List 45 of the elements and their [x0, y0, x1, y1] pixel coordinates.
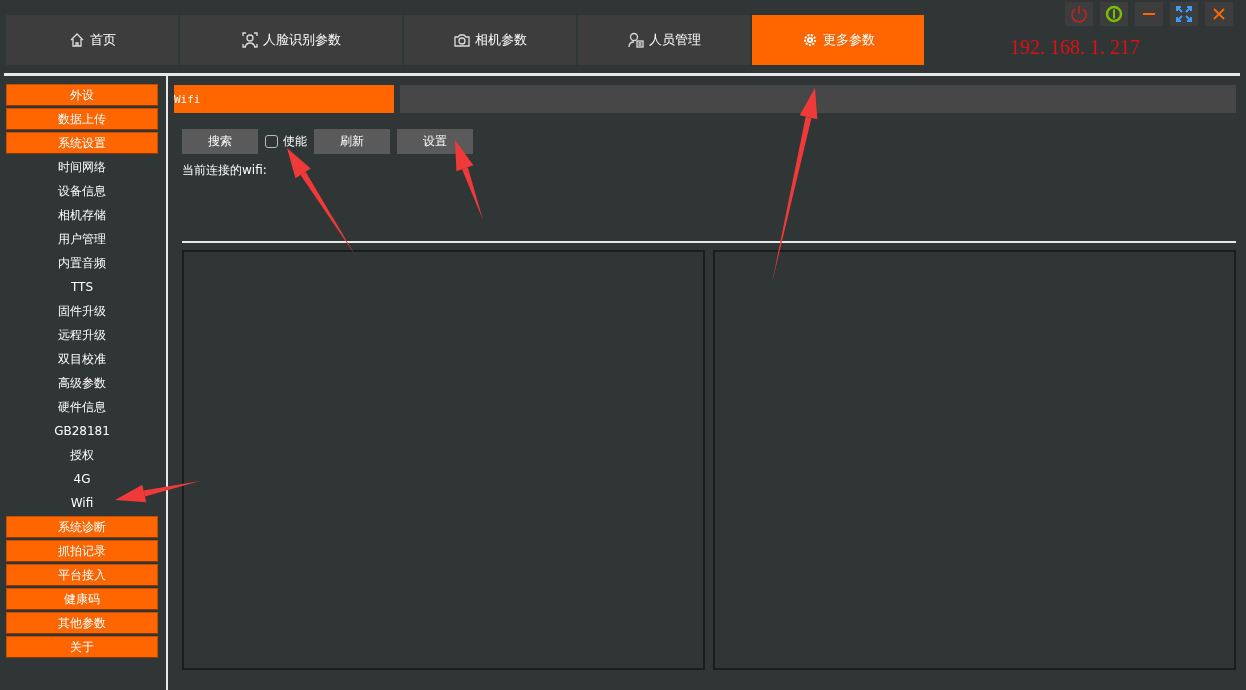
tab[interactable]: 相机参数	[404, 15, 576, 65]
set-button[interactable]: 设置	[397, 129, 473, 154]
sidebar-item[interactable]: 内置音频	[6, 252, 158, 274]
ip-address: 192. 168. 1. 217	[1010, 36, 1140, 59]
sidebar-item[interactable]: TTS	[6, 276, 158, 298]
sidebar-item[interactable]: 远程升级	[6, 324, 158, 346]
sidebar-item[interactable]: GB28181	[6, 420, 158, 442]
power-icon	[1070, 5, 1088, 23]
minimize-button[interactable]	[1135, 2, 1163, 26]
camera-icon	[453, 32, 470, 48]
power-button[interactable]	[1065, 2, 1093, 26]
power-on-button[interactable]	[1100, 2, 1128, 26]
enable-checkbox[interactable]: 使能	[265, 133, 307, 150]
sidebar-item[interactable]: 4G	[6, 468, 158, 490]
tab[interactable]: 人员管理	[578, 15, 750, 65]
refresh-button[interactable]: 刷新	[314, 129, 390, 154]
tab-label: 人脸识别参数	[262, 31, 341, 49]
sidebar-item[interactable]: 硬件信息	[6, 396, 158, 418]
search-button[interactable]: 搜索	[182, 129, 258, 154]
sidebar-item[interactable]: 授权	[6, 444, 158, 466]
tab-label: 首页	[89, 31, 116, 49]
section-title: Wifi	[174, 85, 394, 113]
settings-icon	[801, 32, 818, 48]
tab-label: 人员管理	[648, 31, 701, 49]
power-icon	[1105, 5, 1123, 23]
sidebar-item[interactable]: 时间网络	[6, 156, 158, 178]
sidebar-item[interactable]: 固件升级	[6, 300, 158, 322]
person-list-icon	[627, 32, 644, 48]
tab[interactable]: 首页	[6, 15, 178, 65]
sidebar-item[interactable]: 双目校准	[6, 348, 158, 370]
face-scan-icon	[241, 32, 258, 48]
tab-label: 更多参数	[822, 31, 875, 49]
sidebar-item[interactable]: Wifi	[6, 492, 158, 514]
close-icon	[1212, 7, 1226, 21]
sidebar-item[interactable]: 用户管理	[6, 228, 158, 250]
maximize-button[interactable]	[1170, 2, 1198, 26]
sidebar-item[interactable]: 高级参数	[6, 372, 158, 394]
tab-label: 相机参数	[474, 31, 527, 49]
home-icon	[68, 32, 85, 48]
fullscreen-icon	[1175, 5, 1193, 23]
close-button[interactable]	[1205, 2, 1233, 26]
sidebar-item[interactable]: 相机存储	[6, 204, 158, 226]
tab[interactable]: 人脸识别参数	[180, 15, 402, 65]
sidebar-item[interactable]: 设备信息	[6, 180, 158, 202]
connected-wifi-label: 当前连接的wifi:	[182, 162, 268, 179]
